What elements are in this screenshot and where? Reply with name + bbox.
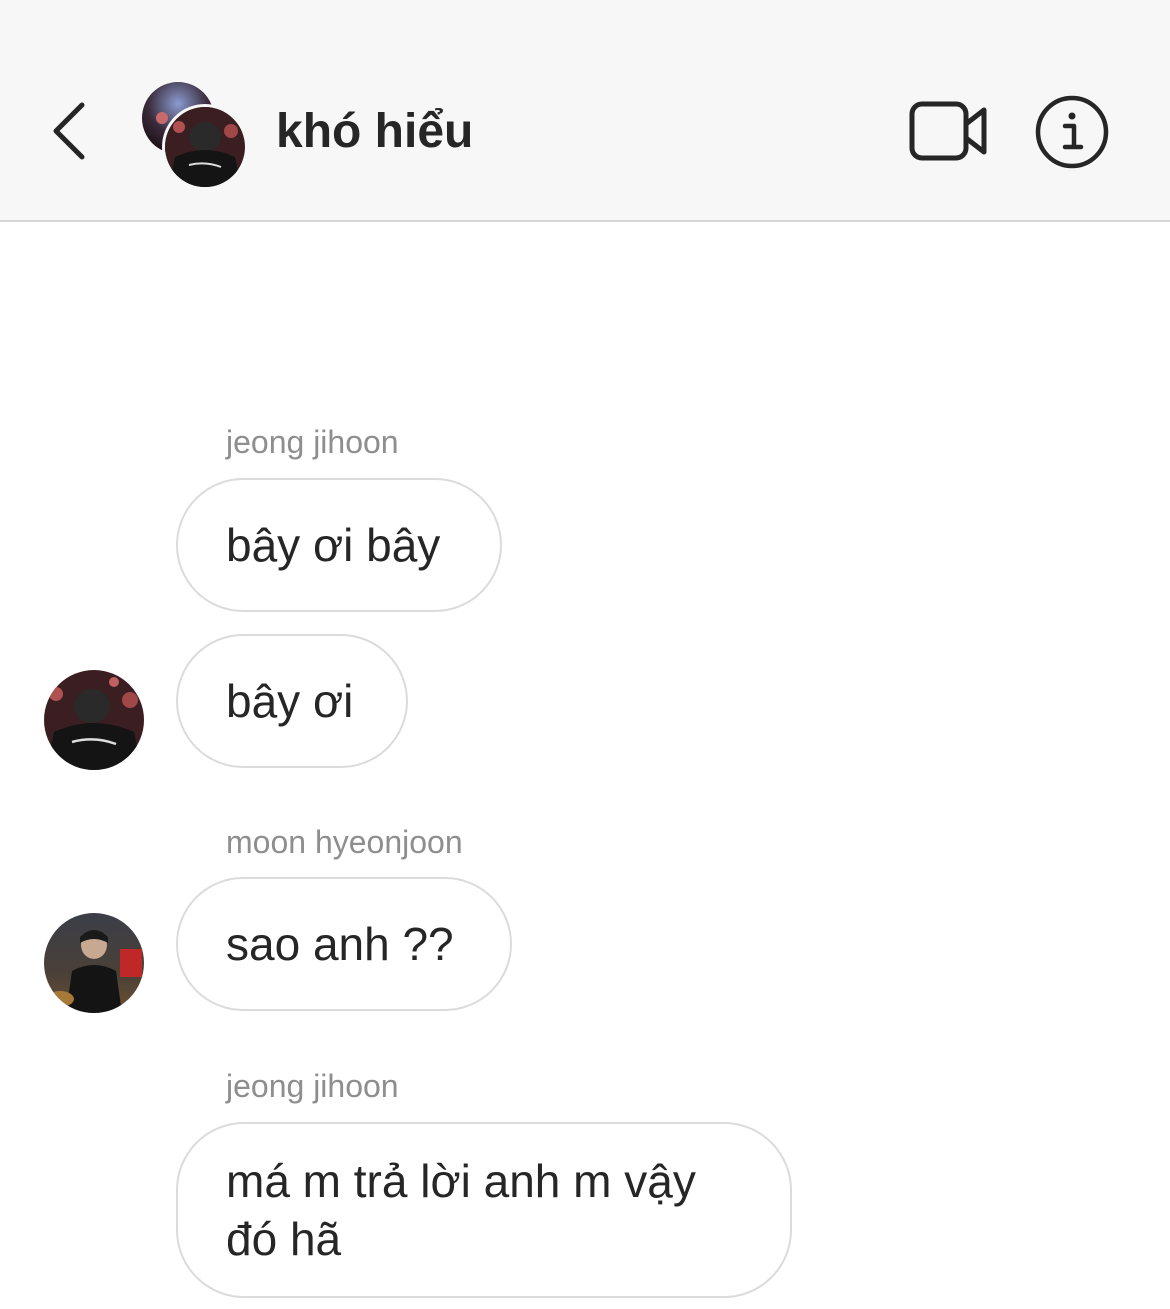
message-text-line: má m trả lời anh m vậy xyxy=(226,1155,696,1207)
message-sender-name: jeong jihoon xyxy=(226,1068,399,1104)
sender-avatar[interactable] xyxy=(44,670,144,770)
video-call-button[interactable] xyxy=(906,98,992,164)
group-member-avatar xyxy=(162,104,248,190)
message-bubble[interactable]: bây ơi xyxy=(176,634,408,768)
info-button[interactable] xyxy=(1034,94,1110,170)
message-text: sao anh ?? xyxy=(226,918,454,970)
thread-header: khó hiểu xyxy=(0,0,1170,222)
message-bubble[interactable]: bây ơi bây xyxy=(176,478,502,612)
message-text: bây ơi xyxy=(226,675,354,727)
sender-avatar[interactable] xyxy=(44,913,144,1013)
info-icon xyxy=(1035,95,1109,169)
message-text: bây ơi bây xyxy=(226,519,441,571)
message-sender-name: jeong jihoon xyxy=(226,424,399,460)
group-avatar[interactable] xyxy=(142,82,248,190)
message-bubble[interactable]: má m trả lời anh m vậy đó hã xyxy=(176,1122,792,1298)
video-camera-icon xyxy=(909,101,987,161)
back-button[interactable] xyxy=(40,95,100,167)
message-sender-name: moon hyeonjoon xyxy=(226,824,463,860)
message-text-line: đó hã xyxy=(226,1213,342,1265)
chevron-left-icon xyxy=(53,102,85,160)
thread-title[interactable]: khó hiểu xyxy=(276,104,473,160)
message-bubble[interactable]: sao anh ?? xyxy=(176,877,512,1011)
